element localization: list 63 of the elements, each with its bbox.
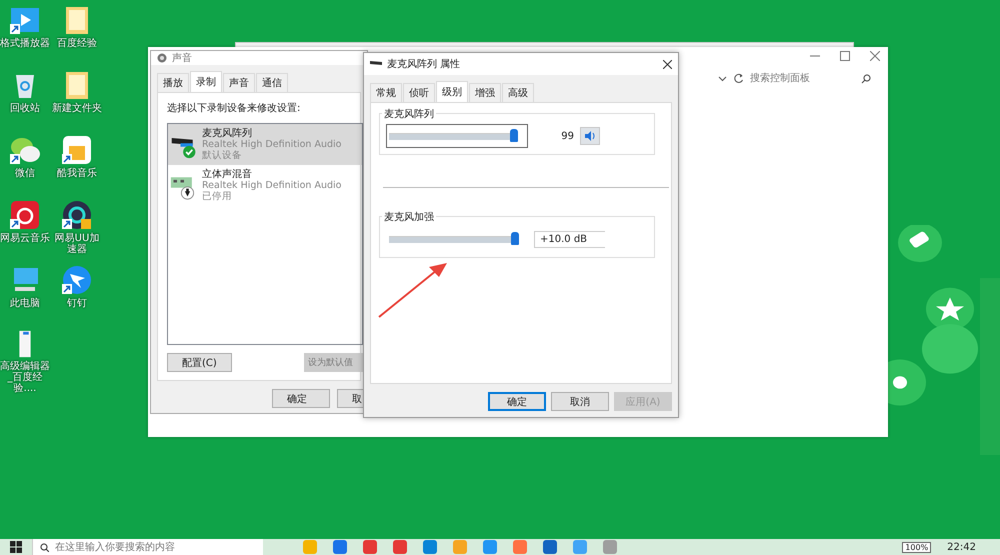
taskbar-app-icon[interactable] — [573, 540, 587, 554]
slider-thumb[interactable] — [510, 128, 518, 142]
slider-thumb[interactable] — [511, 232, 519, 244]
dialog-button[interactable]: 取消 — [551, 392, 609, 411]
device-name: 立体声混音 — [202, 169, 253, 180]
device-name: 麦克风阵列 — [202, 128, 253, 139]
taskbar-app-icon[interactable] — [483, 540, 497, 554]
clock: 22:42 — [947, 542, 976, 552]
desktop-icon-label: 高级编辑器_百度经验.... — [0, 361, 50, 394]
maximize-icon[interactable] — [840, 51, 850, 61]
speaker-button[interactable] — [580, 127, 600, 145]
taskbar-search-field[interactable]: 在这里输入你要搜索的内容 — [32, 539, 263, 555]
tab[interactable]: 增强 — [469, 83, 501, 102]
dialog-button[interactable]: 确定 — [488, 392, 546, 411]
device-driver: Realtek High Definition Audio — [202, 139, 342, 150]
search-icon — [40, 543, 49, 552]
desktop-icon-label: 微信 — [14, 168, 36, 179]
device-status: 已停用 — [202, 191, 233, 202]
dialog-button[interactable]: 配置(C) — [167, 353, 232, 372]
tab[interactable]: 录制 — [190, 71, 222, 92]
device-status: 默认设备 — [202, 150, 243, 161]
taskbar-app-icon[interactable] — [603, 540, 617, 554]
tab[interactable]: 声音 — [223, 73, 255, 92]
taskbar-app-icon[interactable] — [513, 540, 527, 554]
taskbar-app-icon[interactable] — [333, 540, 347, 554]
tab[interactable]: 高级 — [502, 83, 534, 102]
device-driver: Realtek High Definition Audio — [202, 180, 342, 191]
group-label: 麦克风加强 — [382, 210, 436, 224]
taskbar-app-icon[interactable] — [393, 540, 407, 554]
desktop-icon-label: 钉钉 — [66, 298, 88, 309]
slider[interactable] — [386, 124, 528, 148]
desktop-icon-label: 回收站 — [9, 103, 41, 114]
instruction-text: 选择以下录制设备来修改设置: — [167, 102, 302, 115]
level-reading: +10.0 dB — [534, 230, 605, 248]
search-field[interactable]: 搜索控制面板 — [750, 71, 875, 85]
taskbar-app-icon[interactable] — [363, 540, 377, 554]
refresh-icon[interactable] — [733, 72, 744, 84]
tab[interactable]: 通信 — [256, 73, 288, 92]
dialog-button[interactable]: 确定 — [272, 389, 330, 408]
annotation-arrow — [377, 261, 449, 319]
tab[interactable]: 播放 — [157, 73, 189, 92]
taskbar-app-icon[interactable] — [423, 540, 437, 554]
dropdown-caret-icon[interactable] — [718, 74, 727, 82]
desktop-icon-label: 新建文件夹 — [52, 103, 102, 114]
level-reading: 99 — [560, 130, 574, 142]
search-icon[interactable] — [861, 74, 871, 84]
close-icon[interactable] — [663, 60, 672, 68]
desktop-icon-label: 网易云音乐 — [0, 233, 50, 244]
desktop-icon-label: 此电脑 — [9, 298, 41, 309]
tab[interactable]: 常规 — [370, 83, 402, 102]
desktop-icon-label: 网易UU加速器 — [54, 233, 100, 255]
tab[interactable]: 级别 — [436, 81, 468, 102]
window-title: 声音 — [172, 52, 192, 65]
group-label: 麦克风阵列 — [382, 107, 436, 121]
windows-start-icon[interactable] — [10, 541, 22, 553]
battery-indicator: 100% — [902, 542, 932, 552]
desktop-icon-label: 格式播放器 — [0, 38, 50, 49]
desktop-icon-label: 百度经验 — [56, 38, 98, 49]
window-title: 麦克风阵列 属性 — [387, 58, 460, 71]
device-item[interactable]: 麦克风阵列 Realtek High Definition Audio 默认设备 — [168, 124, 362, 165]
tab[interactable]: 侦听 — [403, 83, 435, 102]
taskbar-app-icon[interactable] — [543, 540, 557, 554]
desktop-icon-label: 酷我音乐 — [56, 168, 98, 179]
